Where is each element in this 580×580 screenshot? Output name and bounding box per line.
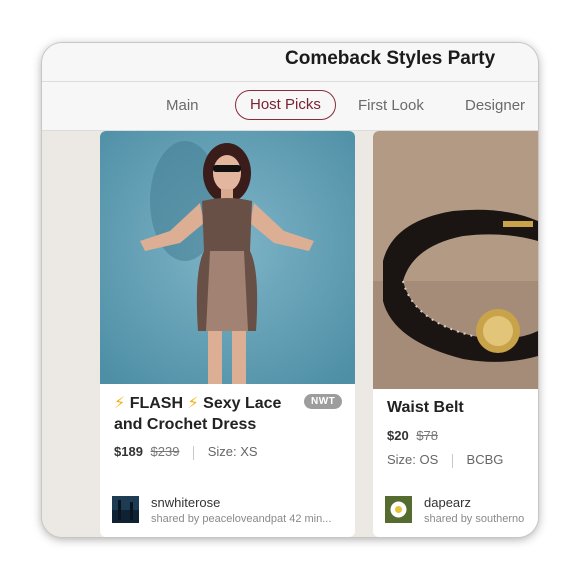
size-brand-row: Size: OS BCBG [387,452,503,468]
seller-username[interactable]: snwhiterose [151,495,220,510]
size: Size: XS [207,444,258,459]
listing-feed: ⚡ FLASH ⚡ Sexy Lace and Crochet Dress NW… [42,131,538,537]
tab-first-look[interactable]: First Look [358,94,424,118]
listing-title[interactable]: Waist Belt [387,397,537,418]
original-price: $239 [150,444,180,459]
lightning-bolt-icon: ⚡ [187,395,199,412]
tab-bar: Main Host Picks First Look Designer [42,82,538,131]
listing-card[interactable]: ⚡ FLASH ⚡ Sexy Lace and Crochet Dress NW… [100,131,355,537]
page-title: Comeback Styles Party [285,48,496,69]
price-row: $20 $78 [387,428,438,443]
avatar[interactable] [385,496,412,523]
original-price: $78 [416,428,439,443]
size: Size: OS [387,452,439,467]
seller-row[interactable]: dapearz shared by southerno [385,496,535,526]
app-window: Comeback Styles Party Main Host Picks Fi… [42,43,538,537]
lightning-bolt-icon: ⚡ [114,395,126,412]
tab-designer[interactable]: Designer [465,94,525,118]
listing-photo[interactable] [373,131,538,389]
shared-by: shared by southerno [424,513,525,525]
divider [193,445,195,460]
seller-username[interactable]: dapearz [424,496,471,510]
shared-by: shared by peaceloveandpat 42 min... [151,513,332,525]
tab-main[interactable]: Main [166,94,199,118]
condition-badge: NWT [304,394,343,409]
price: $189 [114,444,143,459]
brand: BCBG [466,452,504,467]
price: $20 [387,428,409,443]
price-row: $189 $239 Size: XS [114,444,258,460]
listing-photo[interactable] [100,131,355,384]
tab-host-picks[interactable]: Host Picks [235,90,336,120]
avatar[interactable] [112,496,139,523]
divider [451,453,453,468]
listing-card[interactable]: Waist Belt $20 $78 Size: OS BCBG dapearz… [373,131,538,537]
title-bar: Comeback Styles Party [42,43,538,82]
seller-row[interactable]: snwhiterose shared by peaceloveandpat 42… [112,495,352,526]
